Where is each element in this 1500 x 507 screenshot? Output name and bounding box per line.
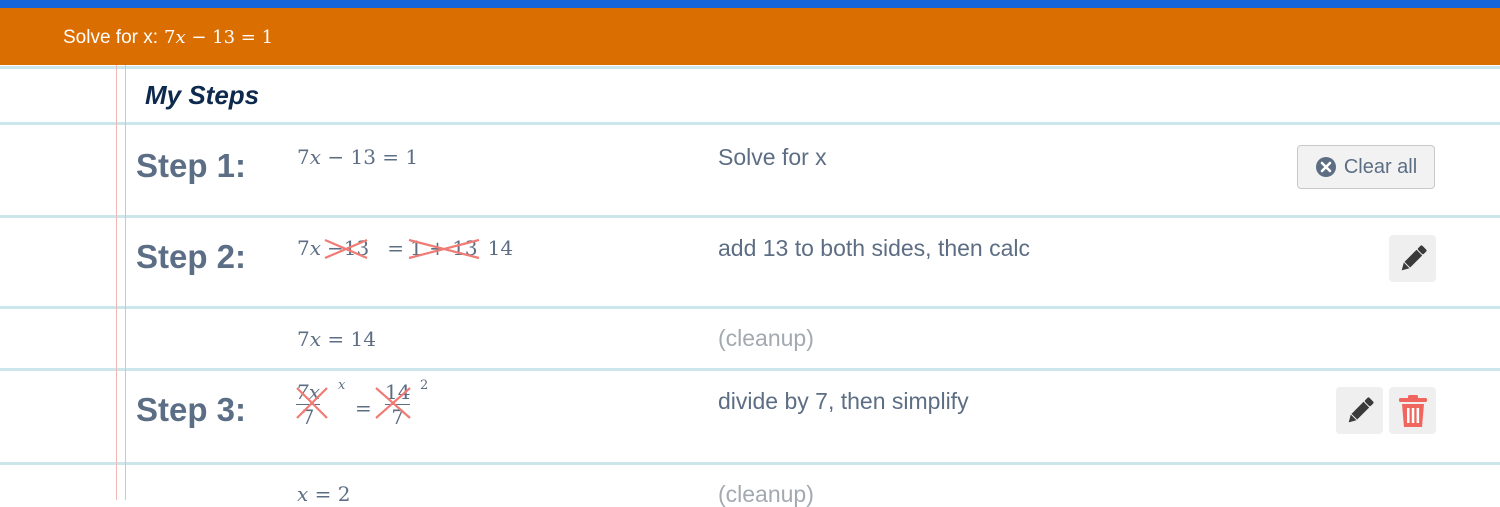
step-math: 7x = 14 (297, 327, 376, 351)
problem-equation: 7x − 13 = 1 (164, 27, 274, 48)
steps-title: My Steps (145, 80, 260, 110)
pencil-icon (1401, 244, 1427, 270)
ruled-line (0, 122, 1500, 125)
pencil-icon (1348, 396, 1374, 422)
ruled-line (0, 306, 1500, 309)
problem-prefix: Solve for x: (63, 27, 159, 48)
step-label: Step 2: (136, 238, 247, 275)
ruled-line (0, 215, 1500, 218)
step-math: 7x −13 = 1 + 13 14 (297, 236, 514, 260)
fraction-right: 14 7 (375, 380, 411, 429)
cancel-result: 2 (420, 378, 429, 393)
problem-header: Solve for x: 7x − 13 = 1 (0, 8, 1500, 65)
clear-all-button[interactable]: Clear all (1297, 145, 1435, 189)
equals-sign: = (355, 396, 372, 420)
step-label: Step 1: (136, 147, 247, 184)
problem-statement: Solve for x: 7x − 13 = 1 (63, 27, 273, 49)
edit-step-button[interactable] (1389, 235, 1436, 282)
step-reason: add 13 to both sides, then calc (718, 235, 1030, 261)
edit-step-button[interactable] (1336, 387, 1383, 434)
cleanup-note: (cleanup) (718, 481, 814, 507)
margin-line (116, 65, 117, 500)
step-label: Step 3: (136, 391, 247, 428)
cancel-result: x (338, 378, 346, 393)
circle-x-icon (1315, 157, 1336, 177)
step-reason: divide by 7, then simplify (718, 388, 969, 414)
clear-all-label: Clear all (1343, 155, 1418, 178)
cleanup-note: (cleanup) (718, 325, 814, 351)
step-math: 7x − 13 = 1 (297, 145, 419, 169)
struck-term: 1 + 13 (408, 236, 480, 260)
ruled-line (0, 66, 1500, 69)
fraction-left: 7x 7 (296, 380, 328, 429)
ruled-line (0, 368, 1500, 371)
struck-term: −13 (324, 236, 369, 260)
trash-icon (1398, 394, 1427, 427)
delete-step-button[interactable] (1389, 387, 1436, 434)
step-math: x = 2 (297, 482, 351, 506)
step-reason: Solve for x (718, 144, 827, 170)
ruled-line (0, 462, 1500, 465)
top-accent-bar (0, 0, 1500, 8)
margin-line (125, 65, 126, 500)
